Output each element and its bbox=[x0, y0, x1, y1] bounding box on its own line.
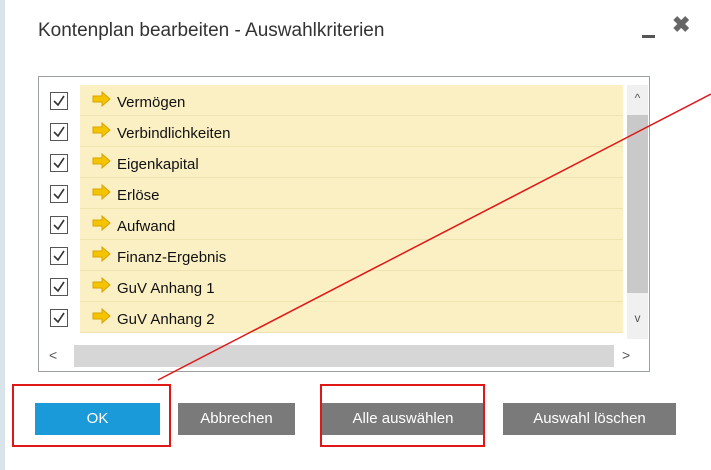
annotation-line bbox=[157, 93, 711, 381]
criteria-dialog: Kontenplan bearbeiten - Auswahlkriterien… bbox=[0, 0, 711, 470]
